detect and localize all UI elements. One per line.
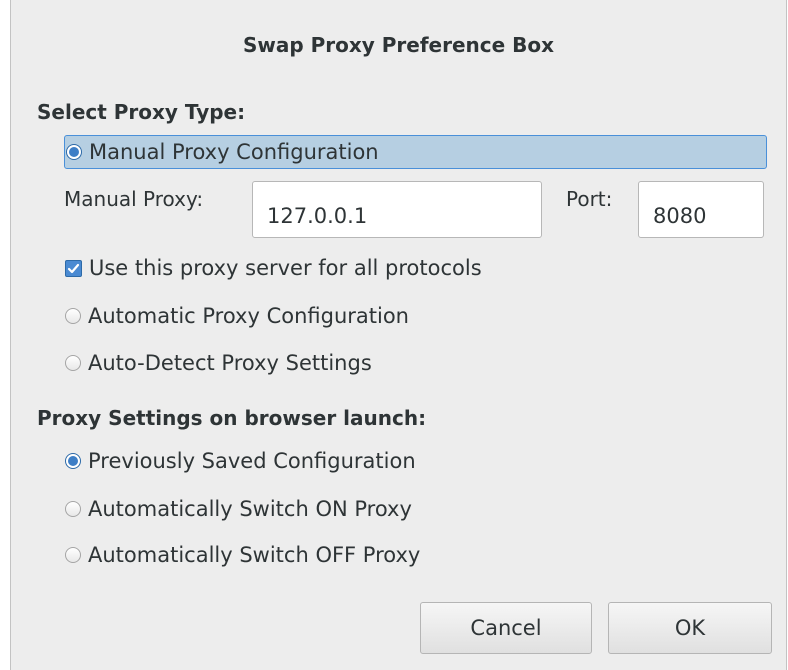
auto-detect-proxy-label: Auto-Detect Proxy Settings xyxy=(88,351,372,375)
all-protocols-checkbox-row[interactable]: Use this proxy server for all protocols xyxy=(64,251,482,285)
radio-unselected-icon[interactable] xyxy=(65,501,81,517)
previously-saved-option[interactable]: Previously Saved Configuration xyxy=(64,444,416,478)
proxy-preference-dialog: Swap Proxy Preference Box Select Proxy T… xyxy=(10,0,787,670)
port-input[interactable] xyxy=(638,181,764,238)
cancel-button[interactable]: Cancel xyxy=(420,602,592,654)
checkbox-checked-icon[interactable] xyxy=(65,259,82,277)
automatic-proxy-config-label: Automatic Proxy Configuration xyxy=(88,304,409,328)
radio-unselected-icon[interactable] xyxy=(65,308,81,324)
port-label: Port: xyxy=(566,187,613,211)
radio-unselected-icon[interactable] xyxy=(65,547,81,563)
select-proxy-type-header: Select Proxy Type: xyxy=(37,100,246,124)
switch-on-proxy-option[interactable]: Automatically Switch ON Proxy xyxy=(64,492,412,526)
radio-selected-icon[interactable] xyxy=(66,144,82,160)
manual-proxy-config-label: Manual Proxy Configuration xyxy=(89,140,379,164)
checkmark-icon xyxy=(67,263,80,273)
switch-off-proxy-label: Automatically Switch OFF Proxy xyxy=(88,543,421,567)
manual-proxy-config-option[interactable]: Manual Proxy Configuration xyxy=(64,135,767,169)
auto-detect-proxy-option[interactable]: Auto-Detect Proxy Settings xyxy=(64,346,372,380)
launch-settings-header: Proxy Settings on browser launch: xyxy=(37,406,427,430)
ok-button[interactable]: OK xyxy=(608,602,772,654)
manual-proxy-input[interactable] xyxy=(252,181,542,238)
dialog-title: Swap Proxy Preference Box xyxy=(242,33,555,57)
radio-selected-icon[interactable] xyxy=(65,453,81,469)
all-protocols-label: Use this proxy server for all protocols xyxy=(89,256,482,280)
radio-unselected-icon[interactable] xyxy=(65,355,81,371)
manual-proxy-label: Manual Proxy: xyxy=(64,187,204,211)
switch-off-proxy-option[interactable]: Automatically Switch OFF Proxy xyxy=(64,538,420,572)
switch-on-proxy-label: Automatically Switch ON Proxy xyxy=(88,497,412,521)
previously-saved-label: Previously Saved Configuration xyxy=(88,449,416,473)
automatic-proxy-config-option[interactable]: Automatic Proxy Configuration xyxy=(64,299,409,333)
